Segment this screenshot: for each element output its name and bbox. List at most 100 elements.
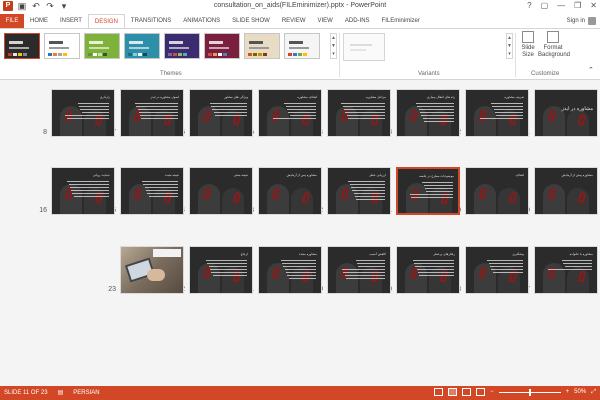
text-line [345, 278, 385, 279]
theme-thumbnail[interactable] [124, 33, 160, 59]
slide-thumbnail[interactable]: اصول مشاوره در ایدز [120, 89, 184, 137]
slide-title: حمایت روانی [92, 173, 110, 177]
zoom-out-button[interactable]: − [490, 389, 494, 395]
slide-thumbnail[interactable]: رازداری [51, 89, 115, 137]
ribbon-display-options-icon[interactable]: ▢ [541, 1, 549, 10]
theme-thumbnail[interactable] [44, 33, 80, 59]
color-swatch [13, 53, 17, 56]
slide-number: 23 [108, 286, 116, 293]
text-line [208, 266, 247, 267]
proofing-icon[interactable]: ▤ [58, 389, 64, 396]
slide-title: مشاوره با خانواده [569, 252, 593, 256]
slide-title: رازداری [99, 95, 110, 99]
themes-gallery-scroll[interactable]: ▲ ▼ ▾ [330, 33, 337, 59]
slide-thumbnail[interactable]: حمایت روانی [51, 167, 115, 215]
tab-file[interactable]: FILE [0, 14, 24, 28]
tab-add-ins[interactable]: ADD-INS [339, 14, 376, 28]
tab-insert[interactable]: INSERT [54, 14, 88, 28]
fit-slide-icon[interactable]: ⤢ [591, 389, 596, 396]
collapse-ribbon-icon[interactable]: ⌃ [588, 67, 594, 74]
tab-review[interactable]: REVIEW [276, 14, 312, 28]
slide-thumbnail[interactable]: نتیجه مثبت [120, 167, 184, 215]
tab-slide-show[interactable]: SLIDE SHOW [226, 14, 276, 28]
format-background-button[interactable]: Format Background [538, 31, 571, 59]
slide-thumbnail[interactable]: رفتارهای پرخطر [396, 246, 460, 294]
text-line [147, 193, 178, 194]
normal-view-icon[interactable] [434, 388, 444, 396]
slide-size-button[interactable]: Slide Size [518, 31, 538, 59]
tab-animations[interactable]: ANIMATIONS [177, 14, 226, 28]
slide-sorter-view-icon[interactable] [448, 388, 458, 396]
slide-title: ویژگی های مشاور [224, 95, 248, 99]
restore-button[interactable]: ❐ [574, 1, 581, 10]
theme-thumbnail[interactable] [164, 33, 200, 59]
color-swatch [173, 53, 177, 56]
color-swatch [183, 53, 187, 56]
tab-transitions[interactable]: TRANSITIONS [125, 14, 177, 28]
tab-fileminimizer[interactable]: FILEminimizer [376, 14, 426, 28]
text-line [286, 109, 316, 110]
color-swatch [98, 53, 102, 56]
color-swatch [23, 53, 27, 56]
slide-thumbnail[interactable]: مشاوره پس از آزمایش [258, 167, 322, 215]
zoom-slider-thumb[interactable] [528, 389, 531, 396]
slide-thumbnail[interactable]: موضوعات مطرح در جلسه [396, 167, 460, 215]
sign-in-label[interactable]: Sign in [567, 18, 585, 24]
slide-thumbnail[interactable]: مشاوره با خانواده [534, 246, 598, 294]
group-separator [339, 33, 340, 77]
slide-thumbnail[interactable]: ارزیابی خطر [327, 167, 391, 215]
slide-thumbnail[interactable]: راه های انتقال بیماری [396, 89, 460, 137]
slide-thumbnail[interactable]: مشاوره مجدد [258, 246, 322, 294]
slide-thumbnail[interactable]: مراحل مشاوره [327, 89, 391, 137]
text-line [209, 103, 247, 104]
slide-thumbnail[interactable]: ارجاع [189, 246, 253, 294]
variant-thumbnail[interactable] [343, 33, 385, 61]
color-swatch [63, 53, 67, 56]
color-swatch [223, 53, 227, 56]
slide-thumbnail[interactable]: اهداف [465, 167, 529, 215]
slide-thumbnail[interactable]: پیشگیری [465, 246, 529, 294]
text-line [416, 103, 454, 104]
reading-view-icon[interactable] [462, 388, 472, 396]
theme-thumbnail[interactable] [284, 33, 320, 59]
sign-in[interactable]: Sign in [567, 17, 596, 25]
format-background-label: Format Background [538, 45, 571, 58]
zoom-in-button[interactable]: + [566, 389, 570, 395]
zoom-level[interactable]: 50% [574, 389, 586, 395]
close-button[interactable]: ✕ [590, 1, 597, 10]
tab-design[interactable]: DESIGN [87, 14, 125, 28]
color-swatch [168, 53, 172, 56]
text-line [285, 106, 316, 107]
theme-thumbnail[interactable] [4, 33, 40, 59]
variants-gallery-scroll[interactable]: ▲ ▼ ▾ [506, 33, 513, 59]
slide-thumbnail[interactable]: مشاوره در ایدز [534, 89, 598, 137]
slide-thumbnail[interactable]: نتیجه منفی [189, 167, 253, 215]
text-line [492, 106, 523, 107]
slide-thumbnail[interactable]: ویژگی های مشاور [189, 89, 253, 137]
theme-thumbnail[interactable] [84, 33, 120, 59]
slide-thumbnail[interactable] [120, 246, 184, 294]
minimize-button[interactable]: — [557, 1, 565, 10]
zoom-slider[interactable] [498, 388, 561, 396]
window-title: consultation_on_aids(FILEminimizer).pptx… [213, 2, 387, 9]
themes-group-label: Themes [160, 71, 182, 77]
slide-thumbnail[interactable]: تعریف مشاوره [465, 89, 529, 137]
color-swatch [53, 53, 57, 56]
slide-thumbnail[interactable]: اهداف مشاوره [258, 89, 322, 137]
slide-thumbnail[interactable]: کاهش آسیب [327, 246, 391, 294]
language-indicator[interactable]: PERSIAN [73, 390, 99, 396]
avatar[interactable] [588, 17, 596, 25]
theme-thumbnail[interactable] [204, 33, 240, 59]
theme-thumbnail[interactable] [244, 33, 280, 59]
slide-thumbnail[interactable]: مشاوره پیش از آزمایش [534, 167, 598, 215]
color-swatch [303, 53, 307, 56]
slide-size-icon [522, 31, 534, 43]
slide-show-view-icon[interactable] [476, 388, 486, 396]
tab-view[interactable]: VIEW [312, 14, 339, 28]
text-line [345, 112, 385, 113]
text-line [409, 194, 453, 195]
text-line [283, 266, 316, 267]
help-icon[interactable]: ? [527, 1, 531, 10]
tab-home[interactable]: HOME [24, 14, 54, 28]
text-line [488, 263, 523, 264]
